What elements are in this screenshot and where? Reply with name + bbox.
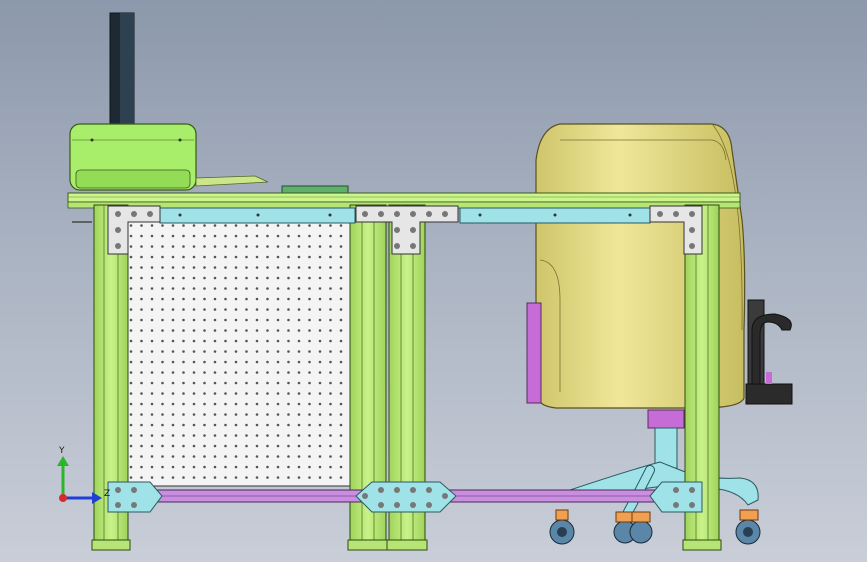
keyboard[interactable] (281, 185, 349, 194)
desk-assembly-model[interactable]: Y Z (0, 0, 867, 562)
cad-graphics-viewport[interactable]: Y Z (0, 0, 867, 562)
caster-wheels (549, 509, 761, 545)
monitor[interactable] (109, 12, 135, 129)
pegboard-panel[interactable] (126, 215, 356, 487)
z-axis-label: Z (104, 489, 110, 499)
chair[interactable] (526, 123, 793, 545)
y-axis-label: Y (58, 446, 65, 456)
desktop-unit[interactable] (69, 123, 269, 191)
origin-icon (59, 494, 67, 502)
headset-holder[interactable] (745, 299, 793, 405)
